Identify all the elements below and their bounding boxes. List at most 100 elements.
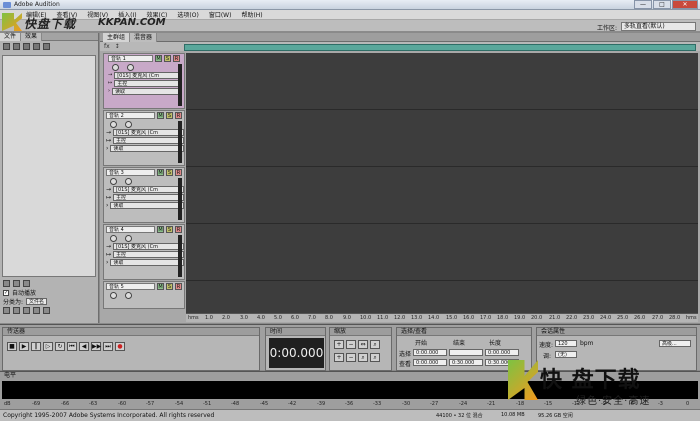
- play-icon[interactable]: [3, 280, 10, 287]
- minimize-button[interactable]: —: [634, 0, 652, 9]
- advanced-button[interactable]: 高级...: [659, 340, 691, 347]
- track-header[interactable]: 音轨 4 M S R → [01S] 麦克风 (Cm ↦ 主控 › 读取: [103, 224, 185, 280]
- solo-button[interactable]: S: [166, 226, 173, 233]
- volume-knob-icon[interactable]: [110, 234, 117, 242]
- mute-button[interactable]: M: [157, 112, 164, 119]
- track-automation[interactable]: 读取: [110, 201, 184, 209]
- track-automation[interactable]: 读取: [110, 144, 184, 152]
- solo-button[interactable]: S: [166, 283, 173, 290]
- track-output[interactable]: 主控: [113, 250, 184, 258]
- maximize-button[interactable]: □: [653, 0, 671, 9]
- options-icon[interactable]: [43, 43, 50, 50]
- mute-button[interactable]: M: [155, 55, 162, 62]
- track-header[interactable]: 音轨 3 M S R → [01S] 麦克风 (Cm ↦ 主控 › 读取: [103, 167, 185, 223]
- close-file-icon[interactable]: [13, 43, 20, 50]
- track-input[interactable]: [01S] 麦克风 (Cm: [113, 128, 184, 136]
- expand-icon[interactable]: ›: [108, 88, 110, 94]
- track-automation[interactable]: 读取: [110, 258, 184, 266]
- volume-knob-icon[interactable]: [110, 291, 117, 299]
- edit-icon[interactable]: [33, 43, 40, 50]
- file-list[interactable]: [2, 55, 96, 277]
- track-name[interactable]: 音轨 4: [106, 226, 155, 233]
- record-icon[interactable]: ●: [115, 342, 125, 351]
- solo-button[interactable]: S: [164, 55, 171, 62]
- track-header[interactable]: 音轨 1 M S R → [01S] 麦克风 (Cm ↦ 主控 › 读取: [103, 53, 185, 109]
- track-output[interactable]: 主控: [113, 193, 184, 201]
- track-input[interactable]: [01S] 麦克风 (Cm: [113, 185, 184, 193]
- track-automation[interactable]: 读取: [112, 87, 182, 95]
- view-loop-icon[interactable]: [43, 307, 50, 314]
- volume-knob-icon[interactable]: [110, 177, 117, 185]
- fast-forward-icon[interactable]: ▶▶: [91, 342, 101, 351]
- record-button[interactable]: R: [175, 283, 182, 290]
- mute-button[interactable]: M: [157, 283, 164, 290]
- tab-files[interactable]: 文件: [0, 33, 22, 41]
- auto-play-checkbox[interactable]: ✓: [3, 289, 9, 296]
- skip-forward-icon[interactable]: ⏭: [103, 342, 113, 351]
- record-button[interactable]: R: [175, 169, 182, 176]
- insert-icon[interactable]: [23, 43, 30, 50]
- track-lane[interactable]: [186, 224, 698, 281]
- view-video-icon[interactable]: [33, 307, 40, 314]
- zoom-out-horizontal-icon[interactable]: −: [346, 340, 356, 349]
- pause-icon[interactable]: ‖: [31, 342, 41, 351]
- stop-icon[interactable]: ■: [7, 342, 17, 351]
- pan-knob-icon[interactable]: [125, 177, 132, 185]
- zoom-out-vertical-icon[interactable]: −: [346, 353, 356, 362]
- zoom-full-icon[interactable]: ⇔: [358, 340, 368, 349]
- mute-button[interactable]: M: [157, 169, 164, 176]
- track-lanes[interactable]: [186, 53, 698, 315]
- tab-mixer[interactable]: 混音器: [130, 33, 158, 42]
- record-button[interactable]: R: [175, 226, 182, 233]
- track-lane[interactable]: [186, 281, 698, 315]
- solo-button[interactable]: S: [166, 112, 173, 119]
- track-input[interactable]: [01S] 麦克风 (Cm: [114, 71, 182, 79]
- volume-knob-icon[interactable]: [23, 280, 30, 287]
- track-output[interactable]: 主控: [113, 136, 184, 144]
- view-list-icon[interactable]: [3, 307, 10, 314]
- selection-end-field[interactable]: [449, 349, 483, 356]
- view-end-field[interactable]: 0:30.000: [449, 359, 483, 366]
- view-audio-icon[interactable]: [13, 307, 20, 314]
- track-output[interactable]: 主控: [114, 79, 182, 87]
- track-lane[interactable]: [186, 167, 698, 224]
- volume-knob-icon[interactable]: [110, 120, 117, 128]
- volume-knob-icon[interactable]: [112, 63, 119, 71]
- record-button[interactable]: R: [175, 112, 182, 119]
- track-name[interactable]: 音轨 5: [106, 283, 155, 290]
- pan-knob-icon[interactable]: [127, 63, 134, 71]
- play-icon[interactable]: ▶: [19, 342, 29, 351]
- zoom-in-vertical-icon[interactable]: +: [334, 353, 344, 362]
- pan-knob-icon[interactable]: [125, 120, 132, 128]
- tab-effects[interactable]: 效果: [21, 33, 43, 41]
- zoom-selection-icon[interactable]: ⌕: [370, 340, 380, 349]
- view-start-field[interactable]: 0:00.000: [413, 359, 447, 366]
- track-lane[interactable]: [186, 110, 698, 167]
- tempo-field[interactable]: 120: [555, 340, 577, 347]
- expand-icon[interactable]: ›: [106, 145, 108, 152]
- solo-button[interactable]: S: [166, 169, 173, 176]
- view-midi-icon[interactable]: [23, 307, 30, 314]
- fx-icon[interactable]: fx: [104, 43, 110, 50]
- record-button[interactable]: R: [173, 55, 180, 62]
- zoom-left-edge-icon[interactable]: ⌕: [358, 353, 368, 362]
- expand-icon[interactable]: ›: [106, 202, 108, 209]
- track-name[interactable]: 音轨 3: [106, 169, 155, 176]
- track-input[interactable]: [01S] 麦克风 (Cm: [113, 242, 184, 250]
- track-lane[interactable]: [186, 53, 698, 110]
- sort-select[interactable]: 文件名: [26, 298, 48, 305]
- skip-back-icon[interactable]: ⏮: [67, 342, 77, 351]
- loop-icon[interactable]: [13, 280, 20, 287]
- input-output-icon[interactable]: ↕: [115, 43, 120, 50]
- menu-window[interactable]: 窗口(W): [209, 10, 232, 19]
- track-name[interactable]: 音轨 2: [106, 112, 155, 119]
- loop-icon[interactable]: ↻: [55, 342, 65, 351]
- session-overview-bar[interactable]: [184, 44, 696, 51]
- track-name[interactable]: 音轨 1: [108, 55, 153, 62]
- play-from-cursor-icon[interactable]: ▷: [43, 342, 53, 351]
- close-button[interactable]: ✕: [672, 0, 698, 9]
- pan-knob-icon[interactable]: [125, 234, 132, 242]
- zoom-right-edge-icon[interactable]: ⌕: [370, 353, 380, 362]
- selection-length-field[interactable]: 0:00.000: [485, 349, 519, 356]
- zoom-in-horizontal-icon[interactable]: +: [334, 340, 344, 349]
